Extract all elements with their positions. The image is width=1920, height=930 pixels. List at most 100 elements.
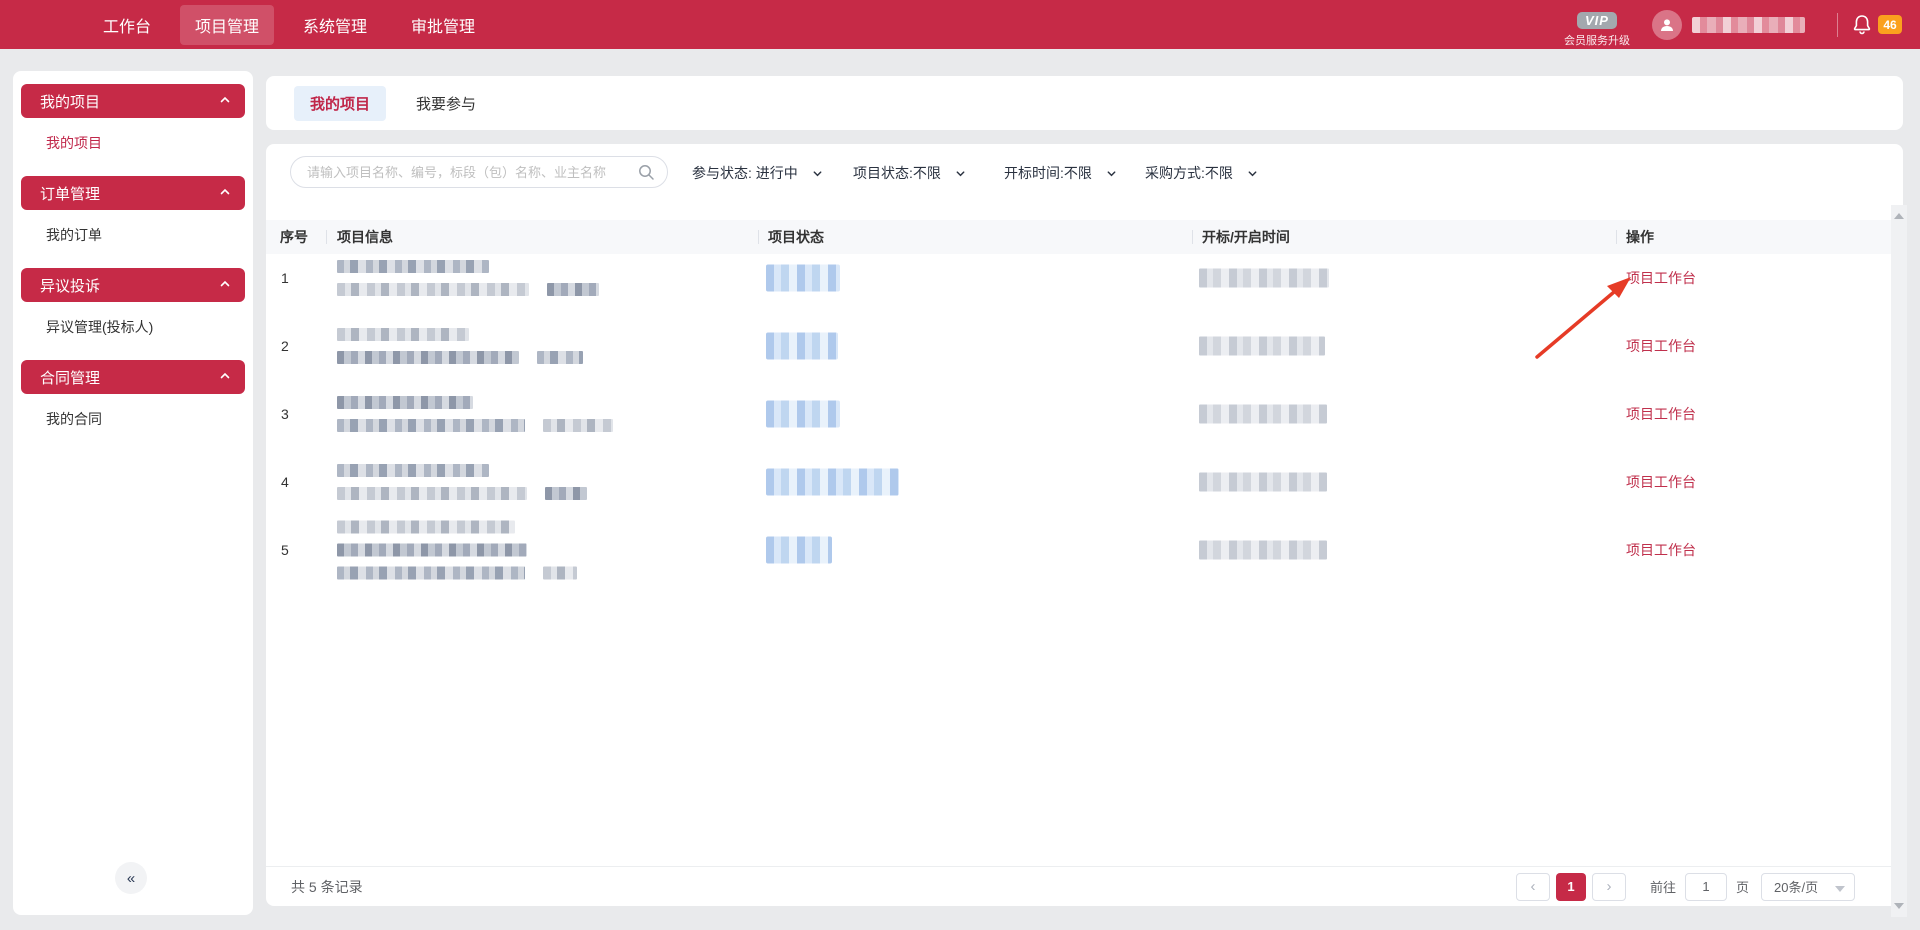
redacted-text-segment	[337, 544, 527, 557]
column-divider	[326, 230, 327, 244]
project-status-redacted	[766, 333, 838, 360]
chevron-down-icon	[948, 168, 966, 179]
vip-upgrade[interactable]: VIP 会员服务升级	[1564, 12, 1630, 48]
redacted-text-segment	[337, 351, 519, 364]
sidebar-section-我的项目[interactable]: 我的项目	[21, 84, 245, 118]
nav-item-审批管理[interactable]: 审批管理	[396, 5, 490, 45]
filter-dropdown-4[interactable]: 采购方式:不限	[1145, 163, 1258, 183]
redacted-text-segment	[337, 567, 525, 580]
scroll-down-icon[interactable]	[1894, 903, 1904, 909]
filter-label: 参与状态: 进行中	[692, 163, 798, 183]
sidebar-item-我的订单[interactable]: 我的订单	[13, 210, 253, 260]
goto-label: 前往	[1650, 877, 1676, 896]
tab-我要参与[interactable]: 我要参与	[400, 86, 492, 121]
project-info-redacted	[337, 328, 583, 364]
table-row: 5 项目工作台	[266, 516, 1891, 584]
project-info-redacted	[337, 464, 587, 500]
goto-page-input[interactable]	[1685, 873, 1727, 901]
open-time-redacted	[1199, 541, 1327, 560]
chevron-down-icon	[1835, 886, 1845, 892]
redacted-text-segment	[545, 487, 587, 500]
person-icon	[1659, 17, 1675, 33]
sidebar-item-异议管理(投标人)[interactable]: 异议管理(投标人)	[13, 302, 253, 352]
project-workbench-link[interactable]: 项目工作台	[1626, 472, 1696, 492]
chevron-right-icon: ›	[1606, 878, 1611, 895]
pagination-bar: 共 5 条记录 ‹ 1 › 前往 页 20条/页	[266, 866, 1903, 906]
redacted-text-segment	[337, 260, 489, 273]
sidebar-section-合同管理[interactable]: 合同管理	[21, 360, 245, 394]
redacted-text-segment	[337, 521, 515, 534]
page-size-select[interactable]: 20条/页	[1761, 873, 1855, 901]
vip-caption: 会员服务升级	[1564, 32, 1630, 48]
sidebar-item-我的项目[interactable]: 我的项目	[13, 118, 253, 168]
redacted-text-line	[337, 544, 577, 557]
user-avatar[interactable]	[1652, 10, 1682, 40]
sidebar-section-title: 异议投诉	[40, 275, 100, 296]
project-status-redacted	[766, 469, 899, 496]
redacted-text-line	[337, 351, 583, 364]
chevron-up-icon	[219, 185, 231, 202]
scroll-up-icon[interactable]	[1894, 213, 1904, 219]
vip-icon: VIP	[1577, 12, 1617, 29]
redacted-text-segment	[337, 419, 525, 432]
project-workbench-link[interactable]: 项目工作台	[1626, 540, 1696, 560]
nav-item-工作台[interactable]: 工作台	[88, 5, 166, 45]
project-status-redacted	[766, 537, 832, 564]
chevron-down-icon	[1240, 168, 1258, 179]
redacted-text-segment	[337, 464, 489, 477]
chevron-left-icon: ‹	[1530, 878, 1535, 895]
row-index: 2	[281, 338, 289, 354]
tabs: 我的项目我要参与	[294, 86, 492, 121]
search-box	[290, 156, 668, 188]
sidebar-section-订单管理[interactable]: 订单管理	[21, 176, 245, 210]
top-nav-menu: 工作台项目管理系统管理审批管理	[88, 5, 490, 45]
nav-item-项目管理[interactable]: 项目管理	[180, 5, 274, 45]
row-index: 5	[281, 542, 289, 558]
notification-count-badge: 46	[1878, 15, 1902, 34]
column-divider	[1192, 230, 1193, 244]
vertical-scrollbar[interactable]	[1891, 205, 1907, 917]
redacted-text-line	[337, 487, 587, 500]
open-time-redacted	[1199, 473, 1327, 492]
filter-label: 采购方式:不限	[1145, 163, 1233, 183]
filter-label: 开标时间:不限	[1004, 163, 1092, 183]
nav-item-系统管理[interactable]: 系统管理	[288, 5, 382, 45]
project-status-redacted	[766, 265, 840, 292]
sidebar-collapse-button[interactable]: «	[115, 862, 147, 894]
search-input[interactable]	[307, 165, 630, 180]
redacted-text-segment	[547, 283, 599, 296]
nav-divider	[1837, 13, 1838, 37]
chevron-down-icon	[1099, 168, 1117, 179]
table-row: 1项目工作台	[266, 244, 1891, 312]
table-row: 2 项目工作台	[266, 312, 1891, 380]
bell-icon	[1852, 14, 1872, 36]
filter-dropdown-2[interactable]: 项目状态:不限	[853, 163, 966, 183]
content-card: 参与状态: 进行中项目状态:不限开标时间:不限采购方式:不限 序号项目信息项目状…	[266, 144, 1903, 906]
project-workbench-link[interactable]: 项目工作台	[1626, 404, 1696, 424]
redacted-text-line	[337, 567, 577, 580]
table-row: 3项目工作台	[266, 380, 1891, 448]
redacted-text-segment	[337, 328, 469, 341]
redacted-text-segment	[543, 567, 577, 580]
redacted-text-segment	[337, 487, 527, 500]
next-page-button[interactable]: ›	[1592, 873, 1626, 901]
row-index: 4	[281, 474, 289, 490]
notifications[interactable]: 46	[1852, 14, 1902, 36]
redacted-text-line	[337, 396, 613, 409]
redacted-text-line	[337, 464, 587, 477]
filter-dropdown-1[interactable]: 参与状态: 进行中	[692, 163, 823, 183]
project-workbench-link[interactable]: 项目工作台	[1626, 268, 1696, 288]
search-icon[interactable]	[638, 164, 655, 181]
project-workbench-link[interactable]: 项目工作台	[1626, 336, 1696, 356]
open-time-redacted	[1199, 405, 1327, 424]
tab-我的项目[interactable]: 我的项目	[294, 86, 386, 121]
filter-dropdown-3[interactable]: 开标时间:不限	[1004, 163, 1117, 183]
page-number-button[interactable]: 1	[1556, 873, 1586, 901]
sidebar-item-我的合同[interactable]: 我的合同	[13, 394, 253, 444]
column-divider	[1616, 230, 1617, 244]
sidebar-section-异议投诉[interactable]: 异议投诉	[21, 268, 245, 302]
page-unit-label: 页	[1736, 877, 1749, 896]
project-info-redacted	[337, 396, 613, 432]
total-records: 共 5 条记录	[291, 877, 363, 897]
prev-page-button[interactable]: ‹	[1516, 873, 1550, 901]
